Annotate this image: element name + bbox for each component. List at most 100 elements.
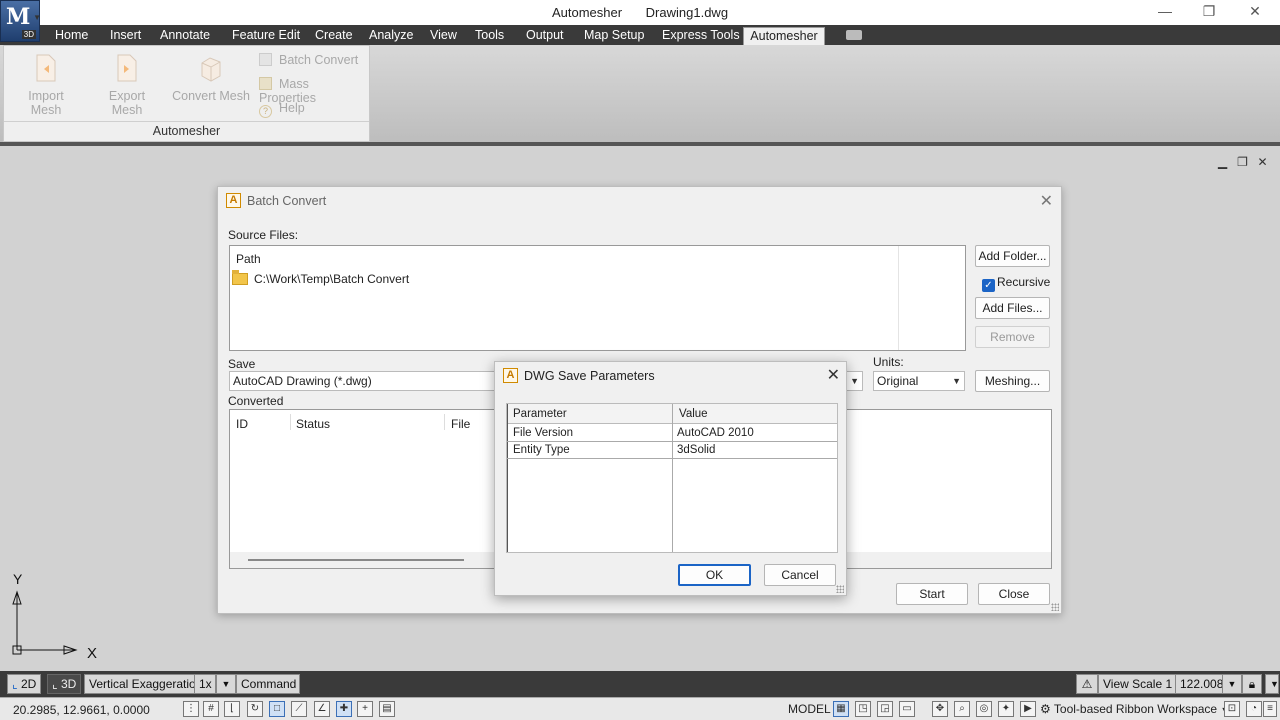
grid-icon[interactable]: #	[203, 701, 219, 717]
isolate-icon[interactable]: ◔	[1246, 701, 1262, 717]
list-column-divider	[898, 246, 899, 350]
2d-button[interactable]: ⌞ 2D	[7, 674, 42, 694]
chevron-down-icon[interactable]: ▼	[1265, 674, 1279, 694]
cancel-button[interactable]: Cancel	[764, 564, 836, 586]
zoom-icon[interactable]: ⌕	[954, 701, 970, 717]
source-files-list[interactable]: Path C:\Work\Temp\Batch Convert	[229, 245, 966, 351]
source-path-text: C:\Work\Temp\Batch Convert	[254, 272, 410, 286]
vertical-exaggeration-label: Vertical Exaggeration:	[84, 674, 211, 694]
window-close-icon[interactable]: ✕	[1240, 3, 1270, 20]
source-path-item[interactable]: C:\Work\Temp\Batch Convert	[232, 270, 410, 286]
close-button[interactable]: Close	[978, 583, 1050, 605]
add-folder-button[interactable]: Add Folder...	[975, 245, 1050, 267]
chevron-down-icon: ▼	[952, 376, 961, 386]
drawing-minimize-icon[interactable]: ▁	[1216, 156, 1229, 169]
tab-output[interactable]: Output	[522, 27, 568, 45]
app-logo-icon: M	[6, 4, 31, 30]
document-title: Drawing1.dwg	[645, 5, 729, 20]
workspace-switcher[interactable]: ⚙ Tool-based Ribbon Workspace ▼	[1040, 702, 1229, 716]
tab-analyze[interactable]: Analyze	[365, 27, 417, 45]
resize-grip-icon[interactable]	[836, 585, 844, 593]
meshing-button[interactable]: Meshing...	[975, 370, 1050, 392]
batch-convert-title: Batch Convert	[247, 194, 327, 208]
add-files-button[interactable]: Add Files...	[975, 297, 1050, 319]
pan-icon[interactable]: ✥	[932, 701, 948, 717]
recursive-checkbox[interactable]: ✓ Recursive	[982, 275, 1050, 292]
export-mesh-button[interactable]: Export Mesh	[92, 54, 162, 117]
tab-insert[interactable]: Insert	[106, 27, 145, 45]
param-entity-type: Entity Type	[513, 444, 570, 456]
id-column-header[interactable]: ID	[236, 417, 248, 431]
warning-icon[interactable]: ⚠	[1076, 674, 1098, 694]
status-column-header[interactable]: Status	[296, 417, 330, 431]
units-value: Original	[877, 374, 919, 388]
drawing-close-icon[interactable]: ✕	[1256, 156, 1269, 169]
grid-display-icon[interactable]: ⋮	[183, 701, 199, 717]
value-entity-type[interactable]: 3dSolid	[677, 444, 715, 456]
file-column-header[interactable]: File	[451, 417, 470, 431]
scrollbar-thumb[interactable]	[248, 559, 464, 561]
lock-ui-icon[interactable]: ⊡	[1224, 701, 1240, 717]
ribbon-panel-title: Automesher	[4, 121, 369, 141]
lock-icon[interactable]: 🔒︎	[1242, 674, 1262, 694]
batch-close-icon[interactable]: ✕	[1040, 191, 1053, 211]
chevron-down-icon[interactable]: ▼	[1222, 674, 1242, 694]
angle-icon[interactable]: ∠	[314, 701, 330, 717]
3d-button[interactable]: ⌞ 3D	[47, 674, 82, 694]
app-title: Automesher	[551, 5, 623, 20]
chevron-down-icon[interactable]: ▼	[216, 674, 236, 694]
tab-express-tools[interactable]: Express Tools	[658, 27, 744, 45]
ucs-y-label: Y	[13, 571, 23, 587]
tab-create[interactable]: Create	[311, 27, 357, 45]
value-file-version[interactable]: AutoCAD 2010	[677, 427, 754, 439]
application-menu-button[interactable]: M 3D ▼	[0, 0, 41, 42]
clipboard-icon[interactable]: ▤	[379, 701, 395, 717]
convert-mesh-button[interactable]: Convert Mesh	[172, 54, 250, 103]
path-column-header[interactable]: Path	[236, 252, 261, 266]
customize-icon[interactable]: ≡	[1263, 701, 1277, 717]
command-tab[interactable]: Command	[236, 674, 300, 694]
tab-view[interactable]: View	[426, 27, 461, 45]
tab-annotate[interactable]: Annotate	[156, 27, 214, 45]
parameter-grid[interactable]: Parameter Value File Version AutoCAD 201…	[506, 403, 838, 553]
steering-wheel-icon[interactable]: ◎	[976, 701, 992, 717]
tab-home[interactable]: Home	[51, 27, 92, 45]
view-scale-value[interactable]: 122.008	[1175, 674, 1229, 694]
ribbon: Import Mesh Export Mesh Convert Mesh Bat…	[0, 45, 1280, 142]
import-mesh-button[interactable]: Import Mesh	[12, 54, 80, 117]
showmotion-icon[interactable]: ▶	[1020, 701, 1036, 717]
ribbon-panel-automesher: Import Mesh Export Mesh Convert Mesh Bat…	[3, 45, 370, 142]
source-files-label: Source Files:	[228, 228, 299, 242]
lineweight-icon[interactable]: +	[357, 701, 373, 717]
dwg-close-icon[interactable]: ✕	[827, 365, 840, 385]
dynamic-ucs-icon[interactable]: ↻	[247, 701, 263, 717]
start-button[interactable]: Start	[896, 583, 968, 605]
orbit-icon[interactable]: ✦	[998, 701, 1014, 717]
panel-toggle-icon[interactable]	[846, 30, 862, 40]
convert-mesh-label: Convert Mesh	[172, 89, 250, 103]
tab-feature-edit[interactable]: Feature Edit	[228, 27, 304, 45]
tab-tools[interactable]: Tools	[471, 27, 508, 45]
restore-icon[interactable]: ❐	[1194, 3, 1224, 20]
model-grid-icon[interactable]: ▦	[833, 701, 849, 717]
tab-automesher[interactable]: Automesher	[743, 27, 825, 45]
folder-icon	[232, 270, 248, 285]
units-select[interactable]: Original ▼	[873, 371, 965, 391]
batch-convert-button[interactable]: Batch Convert	[259, 53, 358, 67]
annotate-icon[interactable]: ◲	[877, 701, 893, 717]
selection-icon[interactable]: □	[269, 701, 285, 717]
model-space-toggle[interactable]: MODEL	[788, 702, 831, 716]
minimize-icon[interactable]: —	[1150, 3, 1180, 19]
polar-tracking-icon[interactable]: ⟋	[291, 701, 307, 717]
snap-icon[interactable]: ⌊	[224, 701, 240, 717]
resize-grip-icon[interactable]	[1051, 603, 1059, 611]
remove-button[interactable]: Remove	[975, 326, 1050, 348]
vertical-exaggeration-value[interactable]: 1x	[194, 674, 216, 694]
tab-map-setup[interactable]: Map Setup	[580, 27, 648, 45]
help-button[interactable]: ? Help	[259, 101, 305, 118]
object-snap-icon[interactable]: ✚	[336, 701, 352, 717]
viewport-icon[interactable]: ▭	[899, 701, 915, 717]
ok-button[interactable]: OK	[678, 564, 751, 586]
drawing-restore-icon[interactable]: ❐	[1236, 156, 1249, 169]
layout-icon[interactable]: ◳	[855, 701, 871, 717]
